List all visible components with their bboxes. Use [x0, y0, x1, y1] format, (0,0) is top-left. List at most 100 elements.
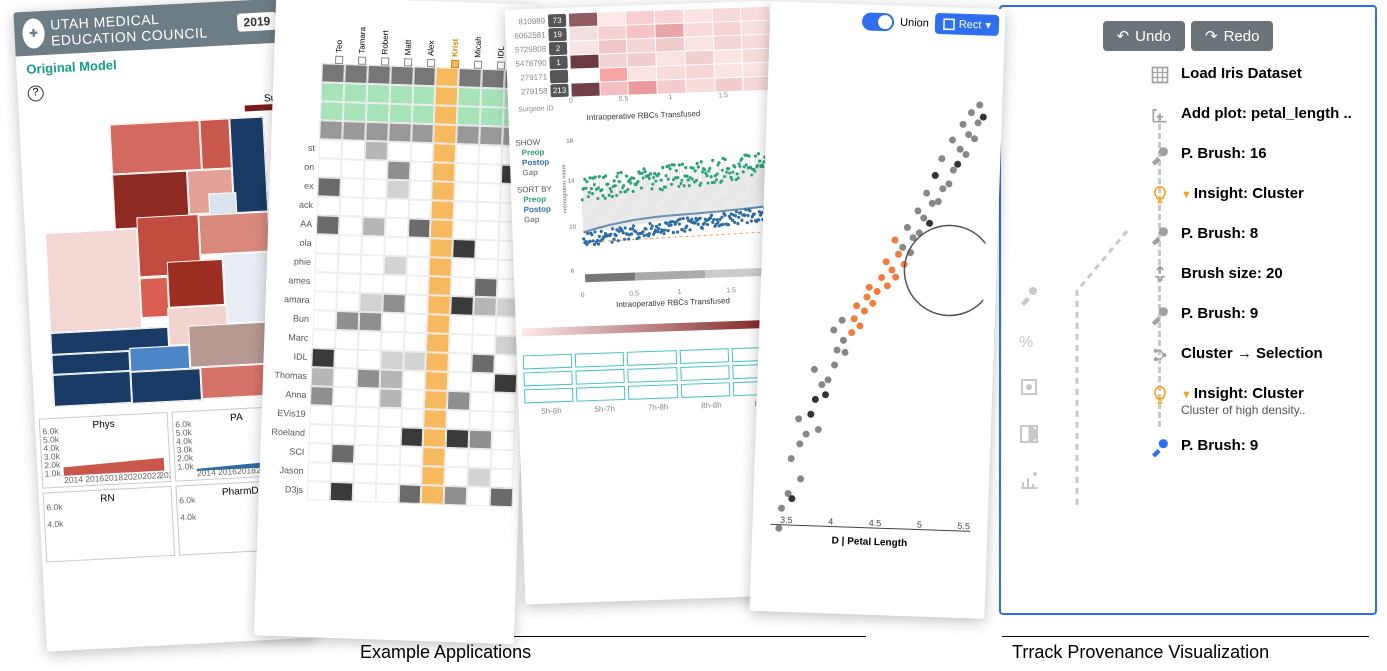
union-toggle[interactable] — [862, 12, 895, 31]
mini-chart-phys[interactable]: Phys 6.0k5.0k 4.0k3.0k 2.0k1.0k 20142016… — [39, 412, 171, 489]
filter-option[interactable]: Postop — [524, 204, 558, 214]
filter-option[interactable]: Gap — [524, 214, 558, 224]
svg-text:%: % — [1019, 334, 1033, 351]
node-label: P. Brush: 16 — [1181, 145, 1267, 163]
caption-left: Example Applications — [360, 642, 531, 663]
branch-point-icon — [1017, 375, 1041, 399]
svg-text:1.0k: 1.0k — [177, 461, 194, 472]
app-card-scatter: Union Rect ▾ 3.54 4.55 5.5 D | Petal Len… — [749, 1, 1005, 619]
svg-text:2020: 2020 — [123, 471, 143, 482]
utah-title: UTAH MEDICAL EDUCATION COUNCIL — [50, 7, 233, 49]
node-label: P. Brush: 9 — [1181, 305, 1258, 323]
svg-text:2018: 2018 — [104, 472, 124, 483]
grid-icon — [1149, 65, 1171, 85]
provenance-node[interactable]: Load Iris Dataset — [1149, 65, 1357, 85]
provenance-panel: ↶ Undo ↷ Redo % Load Iris Dataset Add plo… — [999, 5, 1377, 615]
provenance-node[interactable]: P. Brush: 8 — [1149, 225, 1357, 245]
matrix-col[interactable]: Teo — [320, 3, 345, 64]
scatter-plot[interactable]: 3.54 4.55 5.5 D | Petal Length — [764, 35, 992, 552]
node-label: P. Brush: 8 — [1181, 225, 1258, 243]
utah-logo-icon: ✚ — [22, 18, 46, 49]
provenance-node[interactable]: ▼Insight: Cluster — [1149, 185, 1357, 205]
year-selector[interactable]: 2019 — [237, 12, 277, 32]
provenance-node[interactable]: Brush size: 20 — [1149, 265, 1357, 285]
utah-map[interactable] — [40, 116, 284, 408]
sort-title: SORT BY — [517, 184, 563, 195]
node-label: Cluster → Selection — [1181, 345, 1323, 363]
svg-text:2016: 2016 — [218, 466, 238, 477]
svg-text:4.0k: 4.0k — [180, 512, 197, 523]
show-title: SHOW — [515, 137, 561, 148]
matrix-columns: TeoTamaraRobertMattAlexKristMicahIDLD3js — [280, 2, 530, 71]
node-label: ▼Insight: ClusterCluster of high density… — [1181, 385, 1306, 417]
brush-circle[interactable] — [902, 224, 992, 317]
rect-icon — [943, 18, 955, 30]
svg-text:2024: 2024 — [159, 469, 170, 480]
redo-icon: ↷ — [1205, 27, 1218, 45]
node-label: Add plot: petal_length .. — [1181, 105, 1352, 123]
provenance-node[interactable]: Cluster → Selection — [1149, 345, 1357, 365]
branch-chart-icon — [1017, 468, 1041, 492]
x-axis-label: D | Petal Length — [831, 536, 907, 550]
filter-option[interactable]: Gap — [522, 167, 556, 177]
matrix-col[interactable]: Robert — [366, 5, 391, 66]
branch-brush-icon — [1017, 283, 1041, 307]
svg-text:2018: 2018 — [237, 465, 257, 476]
y-ticks: 6.0k5.0k 4.0k3.0k 2.0k1.0k — [42, 426, 61, 479]
legend-swatch — [245, 104, 275, 112]
matrix-col[interactable]: Tamara — [343, 4, 368, 65]
provenance-node[interactable]: Add plot: petal_length .. — [1149, 105, 1357, 125]
matrix-col[interactable]: Matt — [389, 6, 414, 67]
svg-text:2014: 2014 — [197, 467, 217, 478]
app-card-medical: 8109897360625811957298082547879012791712… — [505, 0, 796, 604]
undo-button[interactable]: ↶ Undo — [1103, 21, 1185, 51]
node-label: Load Iris Dataset — [1181, 65, 1302, 83]
svg-text:6.0k: 6.0k — [46, 502, 63, 513]
help-icon[interactable]: ? — [27, 85, 44, 102]
bulb-icon — [1149, 385, 1171, 405]
svg-text:1.0k: 1.0k — [44, 468, 61, 479]
svg-text:10: 10 — [569, 225, 577, 231]
rect-button[interactable]: Rect ▾ — [935, 13, 1000, 36]
node-label: Brush size: 20 — [1181, 265, 1283, 283]
filter-option[interactable]: Postop — [522, 157, 556, 167]
svg-text:2016: 2016 — [85, 473, 105, 484]
branch-contrast-icon — [1017, 422, 1041, 446]
filter-option[interactable]: Preop — [523, 194, 557, 204]
matrix-col[interactable]: Micah — [458, 8, 483, 69]
plus-icon — [1149, 105, 1171, 125]
branch-percent-icon: % — [1017, 329, 1041, 353]
undo-icon: ↶ — [1117, 27, 1130, 45]
node-label: P. Brush: 9 — [1181, 437, 1258, 455]
chevron-down-icon: ▾ — [985, 19, 991, 32]
provenance-node[interactable]: ▼Insight: ClusterCluster of high density… — [1149, 385, 1357, 417]
matrix-col[interactable]: Alex — [412, 6, 437, 67]
bulb-icon — [1149, 185, 1171, 205]
svg-text:6.0k: 6.0k — [179, 495, 196, 506]
redo-button[interactable]: ↷ Redo — [1191, 21, 1273, 51]
svg-text:18: 18 — [566, 139, 574, 145]
provenance-node[interactable]: P. Brush: 9 — [1149, 437, 1357, 457]
brush-icon — [1149, 225, 1171, 245]
brush-icon — [1149, 437, 1171, 457]
step-icon — [1149, 265, 1171, 285]
surgeon-rows: 8109897360625811957298082547879012791712… — [511, 7, 772, 99]
brush-icon — [1149, 145, 1171, 165]
mini-chart-rn[interactable]: RN 6.0k 4.0k — [43, 486, 175, 563]
node-label: ▼Insight: Cluster — [1181, 185, 1304, 203]
arrow-icon — [1149, 345, 1171, 365]
provenance-node[interactable]: P. Brush: 9 — [1149, 305, 1357, 325]
matrix-col[interactable]: IDL — [482, 9, 507, 70]
matrix-rows: stonexackAAolaphieamesamaraBunMarcIDLTho… — [265, 62, 528, 507]
provenance-node[interactable]: P. Brush: 16 — [1149, 145, 1357, 165]
branch-line — [1063, 227, 1133, 527]
matrix-col[interactable]: Krist — [435, 7, 460, 68]
hemoglobin-plot[interactable]: 18 14 10 6 Hemoglobin Value — [561, 126, 778, 293]
time-cells — [523, 346, 783, 403]
union-label: Union — [900, 16, 929, 29]
provenance-tree[interactable]: % Load Iris Dataset Add plot: petal_lengt… — [1019, 65, 1357, 457]
filter-option[interactable]: Preop — [522, 147, 556, 157]
svg-text:14: 14 — [568, 179, 576, 185]
svg-text:2014: 2014 — [64, 474, 84, 485]
svg-text:4.0k: 4.0k — [47, 519, 64, 530]
